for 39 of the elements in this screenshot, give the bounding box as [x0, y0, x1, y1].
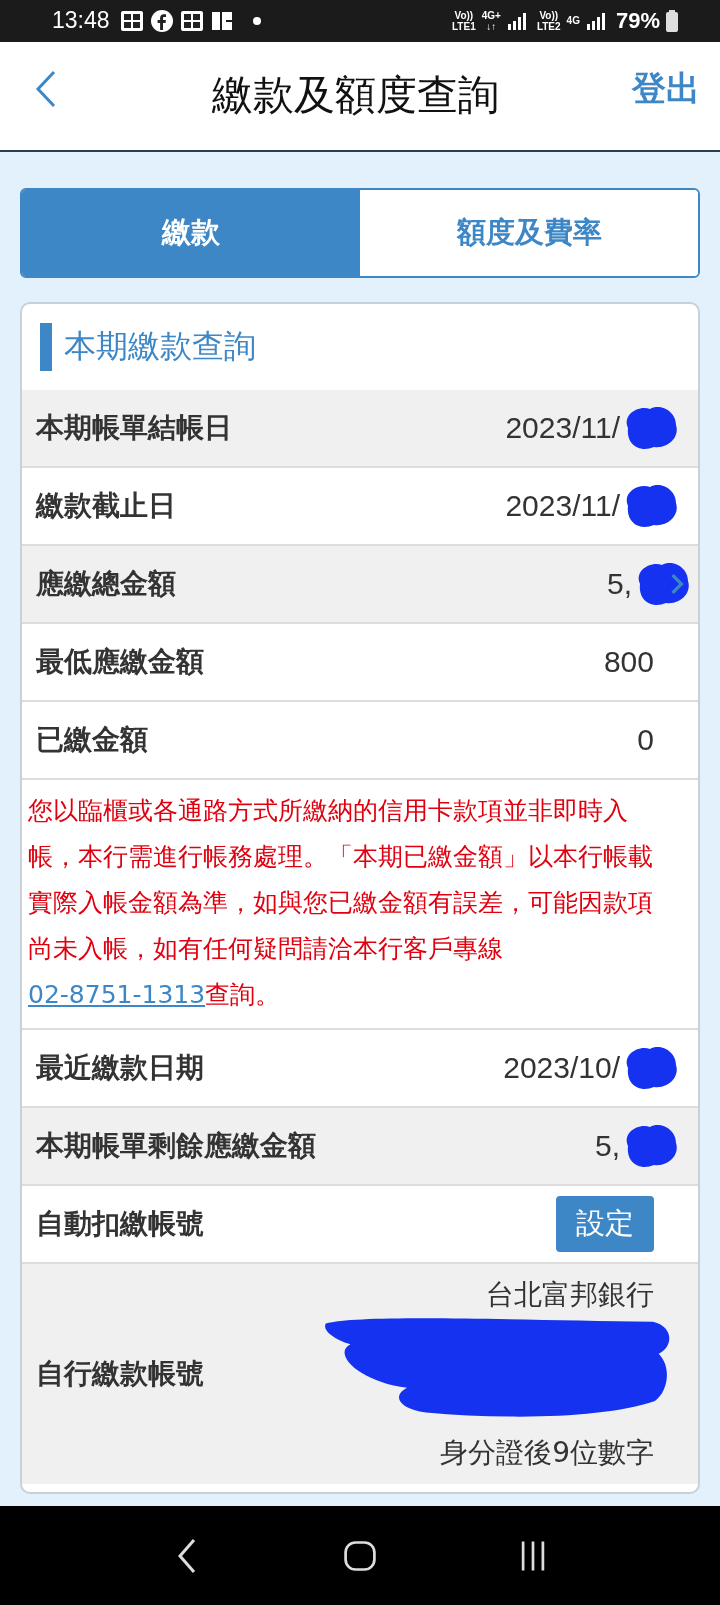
- row-label: 最低應繳金額: [36, 644, 204, 681]
- row-label: 繳款截止日: [36, 488, 176, 525]
- section-title: 本期繳款查詢: [64, 326, 256, 368]
- network-label: Vo)) LTE2: [536, 9, 561, 32]
- row-value: 5,: [594, 1129, 620, 1164]
- network-label: 4G+ ↓↑: [481, 9, 501, 32]
- page-title: 繳款及額度查詢: [210, 70, 500, 122]
- account-info-text: 台北富邦銀行: [486, 1277, 654, 1314]
- row-value: 800: [603, 645, 654, 680]
- row-label: 本期帳單剩餘應繳金額: [36, 1128, 316, 1165]
- app-notification-icon: [179, 8, 204, 33]
- battery-icon: [666, 9, 678, 32]
- row-label: 自動扣繳帳號: [36, 1206, 204, 1243]
- row-label: 已繳金額: [36, 722, 148, 759]
- network-label: 4G: [566, 15, 580, 27]
- row-label: 最近繳款日期: [36, 1050, 204, 1087]
- signal-icon: [585, 10, 606, 31]
- signal-icon: [506, 10, 527, 31]
- row-label: 本期帳單結帳日: [36, 410, 232, 447]
- settings-button[interactable]: 設定: [556, 1196, 654, 1253]
- clock-time: 13:48: [52, 7, 110, 35]
- phone-link[interactable]: 02-8751-1313: [28, 980, 206, 1010]
- tab[interactable]: 繳款: [22, 190, 360, 277]
- app-notification-icon: [119, 8, 144, 33]
- tab[interactable]: 額度及費率: [360, 190, 698, 277]
- account-info-text: 身分證後9位數字: [440, 1435, 654, 1472]
- row-value: 2023/11/: [505, 411, 620, 446]
- battery-percent: 79%: [615, 7, 660, 34]
- facebook-icon: [149, 8, 174, 33]
- more-notifications-icon: [251, 15, 262, 26]
- row-label: 自行繳款帳號: [36, 1356, 204, 1393]
- row-value: 5,: [606, 567, 632, 602]
- row-value: 0: [637, 723, 654, 758]
- section-marker: [40, 323, 52, 372]
- row-value: 2023/11/: [505, 489, 620, 524]
- network-label: Vo)) LTE1: [452, 9, 476, 32]
- row-value: 2023/10/: [503, 1051, 620, 1086]
- logout-link[interactable]: 登出: [632, 65, 700, 112]
- row-label: 應繳總金額: [36, 566, 176, 603]
